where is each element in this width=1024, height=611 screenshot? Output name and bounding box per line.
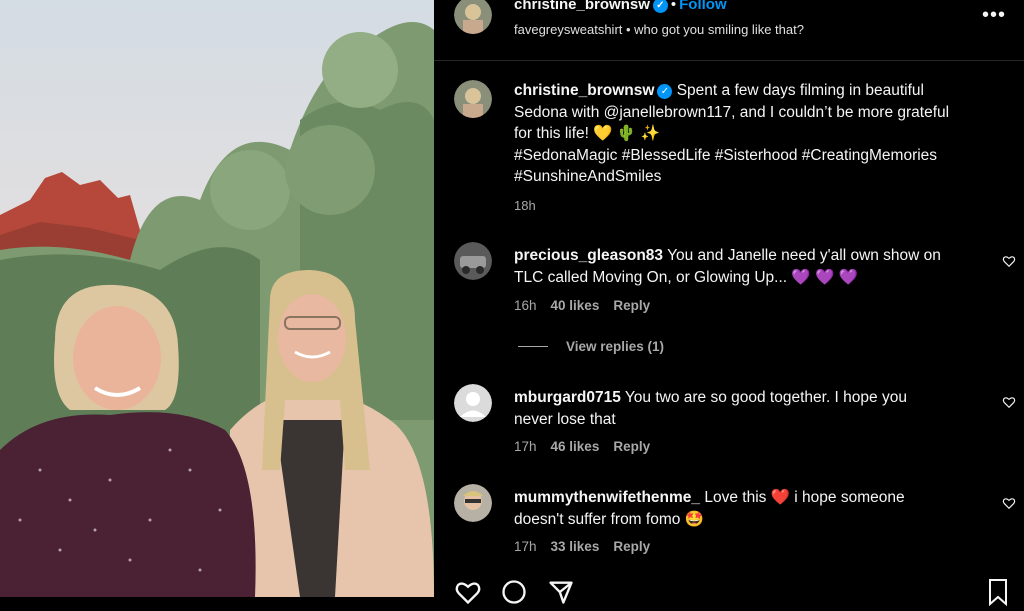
more-options-icon[interactable]: ••• [982,4,1006,27]
comment-time: 16h [514,298,537,313]
comment-likes[interactable]: 33 likes [551,539,600,554]
comment-username[interactable]: precious_gleason83 [514,247,663,264]
reply-button[interactable]: Reply [613,298,650,313]
comment-text: precious_gleason83 You and Janelle need … [514,245,974,288]
verified-icon: ✓ [657,84,673,99]
audio-line[interactable]: favegreysweatshirt • who got you smiling… [514,22,804,37]
comment-time: 17h [514,439,537,454]
commenter-avatar[interactable] [454,384,492,422]
caption-text-2: Sedona with @janellebrown117, and I coul… [514,103,950,121]
comment-likes[interactable]: 46 likes [551,439,600,454]
commenter-avatar[interactable] [454,484,492,522]
verified-icon: ✓ [652,0,668,13]
post-photo [0,0,434,597]
view-replies-label: View replies (1) [566,339,665,354]
post-panel: christine_brownsw ✓ • Follow favegreysweats… [434,0,1024,606]
share-icon[interactable] [547,578,575,606]
caption-hashtags-2[interactable]: #SunshineAndSmiles [514,168,661,185]
comment-time: 17h [514,539,537,554]
separator-dot: • [670,0,677,13]
caption-text-1: Spent a few days filming in beautiful [676,82,924,99]
caption-avatar[interactable] [454,80,492,118]
comment-body-2: never lose that [514,410,616,428]
caption-username[interactable]: christine_brownsw [514,82,654,99]
heart-icon[interactable] [1002,395,1016,409]
author-avatar[interactable] [454,0,492,34]
post-caption: christine_brownsw ✓ Spent a few days film… [514,80,994,188]
comment-body-1: You two are so good together. I hope you [624,389,907,406]
caption-text-3: for this life! 💛 🌵 ✨ [514,125,660,142]
comment-text: mummythenwifethenme_ Love this ❤️ i hope… [514,487,974,530]
commenter-avatar[interactable] [454,242,492,280]
heart-icon[interactable] [1002,254,1016,268]
comment-body-2: doesn't suffer from fomo 🤩 [514,510,704,528]
caption-hashtags-1[interactable]: #SedonaMagic #BlessedLife #Sisterhood #C… [514,147,937,164]
comment-likes[interactable]: 40 likes [551,298,600,313]
comment-text: mburgard0715 You two are so good togethe… [514,387,974,430]
replies-line [518,346,548,347]
follow-button[interactable]: Follow [679,0,727,13]
view-replies-button[interactable]: View replies (1) [518,339,664,354]
comment-username[interactable]: mummythenwifethenme_ [514,489,700,506]
comment-meta: 17h 33 likes Reply [514,539,664,554]
comment-username[interactable]: mburgard0715 [514,389,621,406]
post-header: christine_brownsw ✓ • Follow [514,0,727,13]
reply-button[interactable]: Reply [613,539,650,554]
header-divider [434,60,1024,61]
author-username[interactable]: christine_brownsw [514,0,650,13]
reply-button[interactable]: Reply [613,439,650,454]
comment-meta: 17h 46 likes Reply [514,439,664,454]
comment-body-1: Love this ❤️ i hope someone [704,489,905,506]
action-bar [454,578,589,611]
comment-body-1: You and Janelle need y'all own show on [667,247,941,264]
like-heart-icon[interactable] [454,578,482,606]
comment-icon[interactable] [500,578,528,606]
comment-body-2: TLC called Moving On, or Glowing Up... 💜… [514,268,858,286]
caption-time: 18h [514,198,536,213]
heart-icon[interactable] [1002,496,1016,510]
bookmark-icon[interactable] [986,578,1010,606]
comment-meta: 16h 40 likes Reply [514,298,664,313]
